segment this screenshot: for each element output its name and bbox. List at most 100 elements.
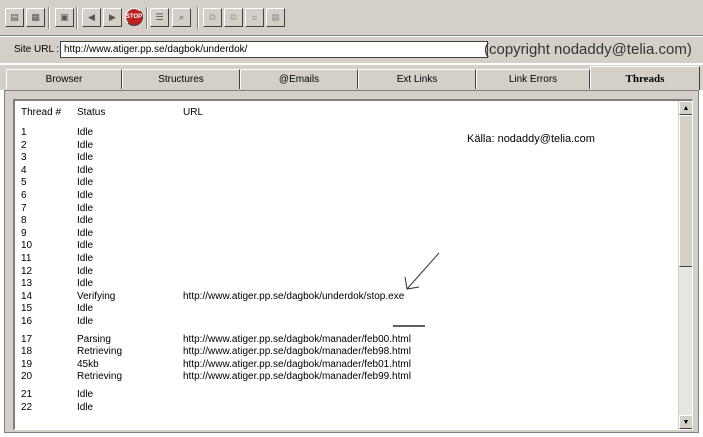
thread-row[interactable]: 12 Idle bbox=[15, 266, 691, 279]
tree-icon[interactable]: ≡ bbox=[245, 8, 264, 27]
thread-row[interactable]: 20 Retrieving http://www.atiger.pp.se/dagb… bbox=[15, 371, 691, 384]
thread-status: Idle bbox=[77, 139, 94, 151]
thread-row[interactable]: 19 45kb http://www.atiger.pp.se/dagbok/man… bbox=[15, 359, 691, 372]
save-icon[interactable]: ▦ bbox=[26, 8, 45, 27]
tab-ext-links[interactable]: Ext Links bbox=[358, 69, 476, 89]
thread-status: Idle bbox=[77, 227, 94, 239]
tab-emails[interactable]: @Emails bbox=[240, 69, 358, 89]
thread-row[interactable]: 18 Retrieving http://www.atiger.pp.se/dagb… bbox=[15, 346, 691, 359]
thread-status: Idle bbox=[77, 240, 94, 252]
thread-number: 1 bbox=[21, 127, 27, 138]
thread-number: 11 bbox=[21, 253, 32, 264]
thread-number: 16 bbox=[21, 316, 33, 327]
thread-row[interactable]: 7 Idle bbox=[15, 203, 691, 216]
thread-status: Retrieving bbox=[77, 346, 123, 358]
thread-status: Idle bbox=[77, 316, 94, 327]
thread-number: 4 bbox=[21, 164, 27, 176]
column-header-status: Status bbox=[77, 107, 106, 118]
thread-number: 22 bbox=[21, 401, 33, 413]
thread-url: http://www.atiger.pp.se/dagbok/manader/f… bbox=[183, 358, 411, 370]
back-icon[interactable]: ◀ bbox=[82, 8, 101, 27]
thread-number: 10 bbox=[21, 240, 33, 252]
thread-number: 9 bbox=[21, 227, 27, 239]
thread-number: 3 bbox=[21, 152, 27, 164]
paste-icon[interactable]: ⧉ bbox=[224, 8, 243, 27]
toolbar-separator bbox=[146, 7, 148, 29]
site-url-input[interactable]: http://www.atiger.pp.se/dagbok/underdok/ bbox=[60, 41, 488, 58]
thread-row[interactable]: 15 Idle bbox=[15, 303, 691, 316]
tab-link-errors[interactable]: Link Errors bbox=[476, 69, 590, 89]
thread-status: Idle bbox=[77, 265, 94, 277]
source-annotation: Källa: nodaddy@telia.com bbox=[467, 133, 595, 145]
thread-number: 17 bbox=[21, 333, 33, 345]
thread-number: 12 bbox=[21, 265, 33, 277]
thread-row[interactable]: 9 Idle bbox=[15, 228, 691, 241]
thread-status: Retrieving bbox=[77, 371, 123, 383]
thread-status: Idle bbox=[77, 401, 94, 413]
thread-number: 19 bbox=[21, 358, 33, 370]
scroll-up-icon[interactable]: ▲ bbox=[679, 101, 692, 115]
thread-status: Verifying bbox=[77, 290, 116, 302]
open-icon[interactable]: ▤ bbox=[5, 8, 24, 27]
thread-number: 13 bbox=[21, 278, 33, 290]
thread-row[interactable]: 17 Parsing http://www.atiger.pp.se/dagbok/… bbox=[15, 334, 691, 347]
thread-number: 20 bbox=[21, 371, 33, 383]
thread-row[interactable]: 3 Idle bbox=[15, 152, 691, 165]
thread-number: 5 bbox=[21, 177, 27, 189]
thread-status: Idle bbox=[77, 389, 94, 400]
thread-row[interactable]: 4 Idle bbox=[15, 165, 691, 178]
thread-url: http://www.atiger.pp.se/dagbok/manader/f… bbox=[183, 346, 411, 358]
thread-row[interactable]: 14 Verifying http://www.atiger.pp.se/dagbo… bbox=[15, 291, 691, 304]
site-url-row: Site URL : http://www.atiger.pp.se/dagbo… bbox=[0, 37, 703, 63]
toolbar-separator bbox=[48, 7, 50, 29]
thread-row[interactable]: 8 Idle bbox=[15, 215, 691, 228]
thread-row[interactable]: 5 Idle bbox=[15, 177, 691, 190]
thread-row[interactable]: 6 Idle bbox=[15, 190, 691, 203]
thread-status: Idle bbox=[77, 164, 94, 176]
thread-status: Idle bbox=[77, 303, 94, 315]
thread-row[interactable]: 21 Idle bbox=[15, 389, 691, 402]
tab-strip: Browser Structures @Emails Ext Links Link Er… bbox=[0, 65, 703, 90]
tab-browser[interactable]: Browser bbox=[6, 69, 122, 89]
checklist-icon[interactable]: ☰ bbox=[150, 8, 169, 27]
thread-number: 2 bbox=[21, 139, 27, 151]
thread-status: Idle bbox=[77, 127, 94, 138]
tab-structures[interactable]: Structures bbox=[122, 69, 240, 89]
scroll-down-icon[interactable]: ▼ bbox=[679, 415, 692, 429]
toolbar-separator bbox=[197, 7, 199, 29]
copyright-text: (copyright nodaddy@telia.com) bbox=[484, 41, 692, 58]
column-header-thread: Thread # bbox=[21, 107, 62, 118]
thread-row[interactable]: 16 Idle bbox=[15, 316, 691, 329]
site-url-label: Site URL : bbox=[14, 44, 60, 55]
thread-row[interactable]: 22 Idle bbox=[15, 402, 691, 415]
thread-number: 18 bbox=[21, 346, 33, 358]
thread-status: Idle bbox=[77, 278, 94, 290]
thread-status: Idle bbox=[77, 190, 94, 201]
stop-icon[interactable]: STOP bbox=[125, 8, 143, 26]
search-icon[interactable]: ⌕ bbox=[172, 8, 191, 27]
toolbar-separator bbox=[76, 7, 78, 29]
thread-number: 8 bbox=[21, 215, 27, 227]
thread-number: 7 bbox=[21, 202, 27, 214]
scroll-thumb[interactable] bbox=[679, 115, 692, 267]
thread-row[interactable]: 13 Idle bbox=[15, 278, 691, 291]
thread-status: Idle bbox=[77, 253, 94, 264]
grid-icon[interactable]: ▦ bbox=[266, 8, 285, 27]
thread-status: Idle bbox=[77, 177, 94, 189]
thread-url: http://www.atiger.pp.se/dagbok/manader/f… bbox=[183, 333, 411, 345]
tab-threads[interactable]: Threads bbox=[590, 66, 700, 90]
column-header-url: URL bbox=[183, 107, 204, 118]
thread-status: Idle bbox=[77, 152, 94, 164]
vertical-scrollbar[interactable]: ▲ ▼ bbox=[678, 101, 692, 429]
hand-drawn-arrow-icon bbox=[393, 252, 440, 327]
thread-status: Idle bbox=[77, 202, 94, 214]
thread-row[interactable]: 10 Idle bbox=[15, 240, 691, 253]
thread-url: http://www.atiger.pp.se/dagbok/manader/f… bbox=[183, 371, 411, 383]
copy-icon[interactable]: ⧉ bbox=[203, 8, 222, 27]
print-icon[interactable]: ▣ bbox=[55, 8, 74, 27]
forward-icon[interactable]: ▶ bbox=[103, 8, 122, 27]
toolbar: ▤ ▦ ▣ ◀ ▶ STOP ☰ ⌕ ⧉ ⧉ ≡ ▦ bbox=[0, 0, 703, 36]
thread-number: 21 bbox=[21, 389, 33, 400]
thread-row[interactable]: 11 Idle bbox=[15, 253, 691, 266]
thread-number: 6 bbox=[21, 190, 27, 201]
